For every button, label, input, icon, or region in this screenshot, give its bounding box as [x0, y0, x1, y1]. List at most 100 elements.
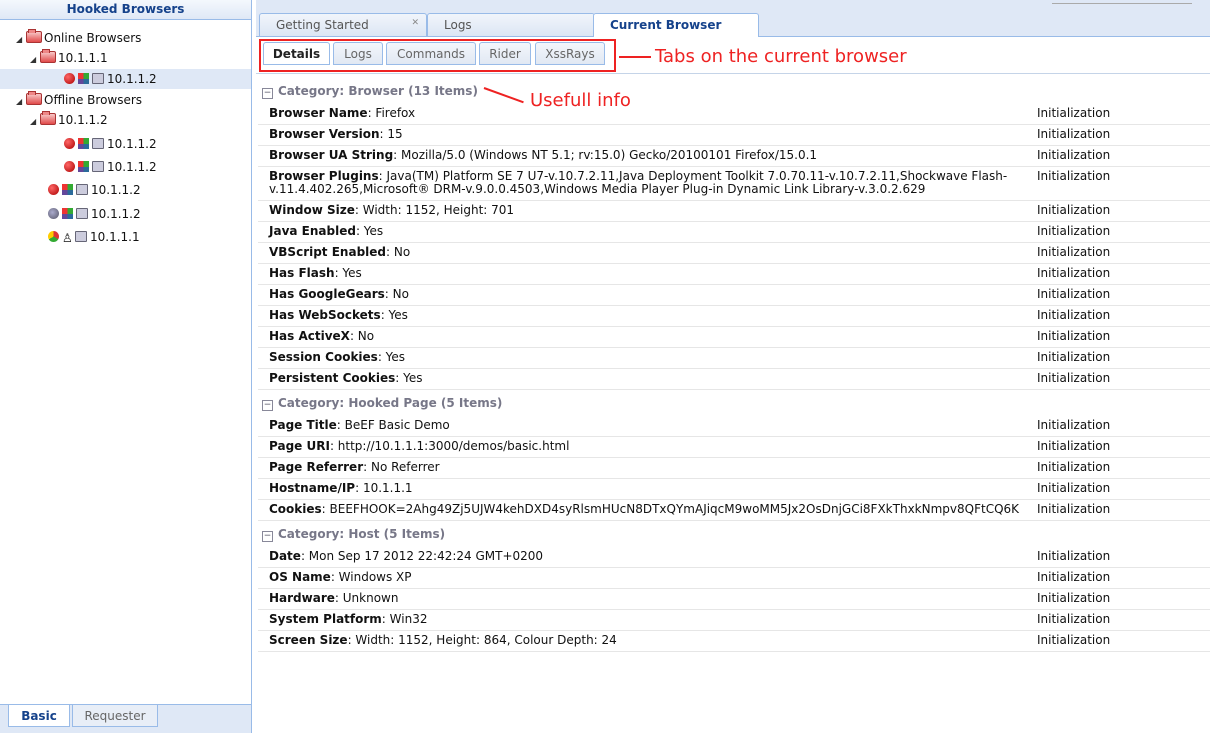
table-row[interactable]: Date: Mon Sep 17 2012 22:42:24 GMT+0200 I… [258, 547, 1210, 568]
table-row[interactable]: Page URI: http://10.1.1.1:3000/demos/bas… [258, 437, 1210, 458]
tree-node-offline-browser[interactable]: 10.1.1.2 [48, 204, 141, 224]
close-icon[interactable]: ✕ [411, 12, 419, 34]
detail-source: Initialization [1037, 308, 1111, 322]
table-row[interactable]: Browser Name: Firefox Initialization [258, 104, 1210, 125]
table-row[interactable]: Window Size: Width: 1152, Height: 701 Ini… [258, 201, 1210, 222]
tab-current-browser[interactable]: Current Browser [593, 13, 759, 37]
expand-arrow-icon[interactable]: ◢ [16, 92, 26, 112]
tree-node-online-browsers[interactable]: ◢ Online Browsers [16, 28, 141, 48]
expand-arrow-icon[interactable]: ◢ [30, 50, 40, 70]
tree-label: 10.1.1.2 [91, 183, 141, 197]
table-row[interactable]: System Platform: Win32 Initialization [258, 610, 1210, 631]
tab-logs[interactable]: Logs [427, 13, 595, 36]
category-header[interactable]: − Category: Browser (13 Items) [258, 78, 1210, 104]
detail-value: : 15 [379, 127, 403, 141]
table-row[interactable]: Has Flash: Yes Initialization [258, 264, 1210, 285]
expand-arrow-icon[interactable]: ◢ [16, 30, 26, 50]
tree-node-online-browser-selected[interactable]: 10.1.1.2 [0, 69, 251, 89]
table-row[interactable]: Screen Size: Width: 1152, Height: 864, C… [258, 631, 1210, 652]
detail-value: : No [349, 329, 375, 343]
detail-key: Date [269, 549, 301, 563]
chrome-icon [48, 231, 59, 242]
tab-requester[interactable]: Requester [72, 705, 158, 727]
table-row[interactable]: Session Cookies: Yes Initialization [258, 348, 1210, 369]
tree-node-offline-browsers[interactable]: ◢ Offline Browsers [16, 90, 142, 110]
collapse-icon[interactable]: − [262, 400, 273, 411]
detail-source: Initialization [1037, 224, 1111, 238]
tree-label: Offline Browsers [44, 93, 143, 107]
tree-node-offline-browser[interactable]: ♙ 10.1.1.1 [48, 227, 140, 247]
tree-node-offline-browser[interactable]: 10.1.1.2 [64, 134, 157, 154]
detail-key: Browser UA String [269, 148, 394, 162]
detail-key: System Platform [269, 612, 382, 626]
detail-key: Window Size [269, 203, 355, 217]
tab-getting-started[interactable]: Getting Started ✕ [259, 13, 427, 36]
folder-icon [26, 91, 42, 105]
table-row[interactable]: Page Referrer: No Referrer Initialization [258, 458, 1210, 479]
collapse-icon[interactable]: − [262, 88, 273, 99]
table-row[interactable]: Browser Plugins: Java(TM) Platform SE 7 … [258, 167, 1210, 201]
detail-key: Java Enabled [269, 224, 356, 238]
detail-value: : http://10.1.1.1:3000/demos/basic.html [329, 439, 570, 453]
computer-icon [92, 138, 104, 149]
detail-source: Initialization [1037, 481, 1111, 495]
detail-source: Initialization [1037, 633, 1111, 647]
detail-source: Initialization [1037, 148, 1111, 162]
computer-icon [75, 231, 87, 242]
table-row[interactable]: Hardware: Unknown Initialization [258, 589, 1210, 610]
tree-node-offline-browser[interactable]: 10.1.1.2 [48, 180, 141, 200]
tree-label: 10.1.1.1 [58, 51, 108, 65]
tab-basic[interactable]: Basic [8, 705, 70, 727]
annotation-box [259, 39, 616, 72]
detail-value: : Width: 1152, Height: 701 [354, 203, 515, 217]
windows-icon [78, 161, 89, 172]
table-row[interactable]: VBScript Enabled: No Initialization [258, 243, 1210, 264]
detail-key: Has GoogleGears [269, 287, 385, 301]
table-row[interactable]: Hostname/IP: 10.1.1.1 Initialization [258, 479, 1210, 500]
tab-label: Current Browser [610, 18, 722, 32]
table-row[interactable]: Cookies: BEEFHOOK=2Ahg49Zj5UJW4kehDXD4sy… [258, 500, 1210, 521]
ie-icon [48, 208, 59, 219]
table-row[interactable]: OS Name: Windows XP Initialization [258, 568, 1210, 589]
table-row[interactable]: Page Title: BeEF Basic Demo Initializatio… [258, 416, 1210, 437]
detail-key: VBScript Enabled [269, 245, 386, 259]
detail-value: : Unknown [334, 591, 399, 605]
table-row[interactable]: Browser Version: 15 Initialization [258, 125, 1210, 146]
detail-source: Initialization [1037, 245, 1111, 259]
detail-value: : No [386, 245, 411, 259]
firefox-icon [64, 161, 75, 172]
detail-key: Page URI [269, 439, 330, 453]
divider [1052, 3, 1192, 5]
collapse-icon[interactable]: − [262, 531, 273, 542]
detail-source: Initialization [1037, 350, 1111, 364]
tree-label: 10.1.1.2 [107, 72, 157, 86]
detail-key: Has ActiveX [269, 329, 350, 343]
tree-node-offline-group[interactable]: ◢ 10.1.1.2 [30, 110, 108, 130]
tree-label: Online Browsers [44, 31, 142, 45]
details-grid: − Category: Browser (13 Items) Browser Nam… [258, 78, 1210, 652]
category-header[interactable]: − Category: Host (5 Items) [258, 521, 1210, 547]
firefox-icon [64, 73, 75, 84]
detail-key: Cookies [269, 502, 322, 516]
detail-source: Initialization [1037, 612, 1111, 626]
table-row[interactable]: Has ActiveX: No Initialization [258, 327, 1210, 348]
detail-value: : Mozilla/5.0 (Windows NT 5.1; rv:15.0) … [393, 148, 818, 162]
table-row[interactable]: Has WebSockets: Yes Initialization [258, 306, 1210, 327]
detail-source: Initialization [1037, 418, 1111, 432]
folder-icon [40, 49, 56, 63]
tree-node-online-group[interactable]: ◢ 10.1.1.1 [30, 48, 108, 68]
category-header[interactable]: − Category: Hooked Page (5 Items) [258, 390, 1210, 416]
detail-value: : No [384, 287, 409, 301]
tree-node-offline-browser[interactable]: 10.1.1.2 [64, 157, 157, 177]
table-row[interactable]: Has GoogleGears: No Initialization [258, 285, 1210, 306]
annotation-line [619, 56, 651, 58]
detail-value: : 10.1.1.1 [355, 481, 413, 495]
expand-arrow-icon[interactable]: ◢ [30, 112, 40, 132]
table-row[interactable]: Browser UA String: Mozilla/5.0 (Windows … [258, 146, 1210, 167]
table-row[interactable]: Persistent Cookies: Yes Initialization [258, 369, 1210, 390]
category-title: Category: Host (5 Items) [278, 527, 446, 541]
left-bottom-tabbar: Basic Requester [0, 704, 251, 733]
detail-source: Initialization [1037, 287, 1111, 301]
detail-source: Initialization [1037, 169, 1111, 183]
table-row[interactable]: Java Enabled: Yes Initialization [258, 222, 1210, 243]
